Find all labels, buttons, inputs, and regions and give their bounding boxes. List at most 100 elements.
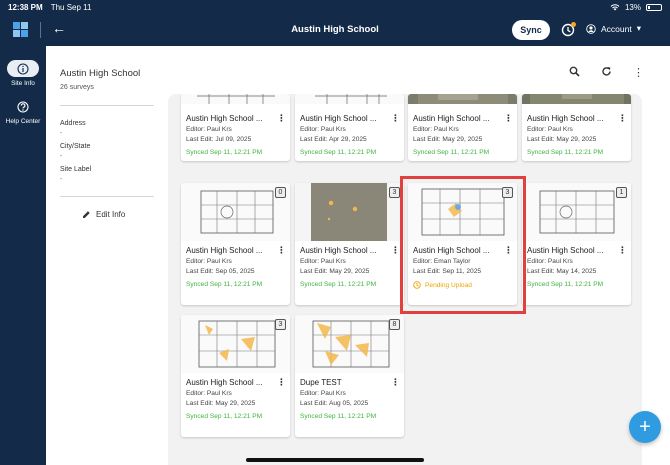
survey-editor: Editor: Paul Krs (527, 126, 573, 133)
survey-last-edit: Last Edit: May 29, 2025 (186, 400, 256, 407)
sync-status: Synced Sep 11, 12:21 PM (527, 281, 604, 288)
survey-editor: Editor: Paul Krs (413, 126, 459, 133)
survey-editor: Editor: Paul Krs (186, 126, 232, 133)
survey-editor: Editor: Paul Krs (186, 258, 232, 265)
app-bar: ← Austin High School Sync Account ▾ (0, 14, 670, 46)
home-indicator (246, 458, 424, 462)
survey-last-edit: Last Edit: Aug 05, 2025 (300, 400, 369, 407)
more-vert-icon: ⋮ (633, 67, 644, 79)
app-logo-icon (13, 22, 28, 37)
edit-info-label: Edit Info (96, 210, 126, 219)
card-menu-icon[interactable]: ⋮ (618, 245, 627, 256)
sync-status: Synced Sep 11, 12:21 PM (300, 413, 377, 420)
nav-help-center[interactable]: Help Center (0, 98, 46, 125)
survey-name: Austin High School ... (186, 378, 263, 387)
sync-status: Synced Sep 11, 12:21 PM (300, 149, 377, 156)
survey-editor: Editor: Paul Krs (300, 258, 346, 265)
site-name: Austin High School (60, 68, 141, 79)
city-state-label: City/State (60, 143, 91, 150)
battery-icon (646, 3, 662, 11)
card-menu-icon[interactable]: ⋮ (391, 377, 400, 388)
status-right: 13% (610, 3, 662, 12)
sync-status: Synced Sep 11, 12:21 PM (186, 149, 263, 156)
status-bar: 12:38 PM Thu Sep 11 13% (0, 0, 670, 14)
card-menu-icon[interactable]: ⋮ (391, 113, 400, 124)
aerial-thumbnail (408, 94, 517, 104)
search-icon (569, 66, 580, 77)
survey-editor: Editor: Paul Krs (186, 390, 232, 397)
more-options-button[interactable]: ⋮ (633, 66, 644, 79)
survey-card[interactable]: 1 Austin High School ... ⋮ Editor: Paul … (522, 183, 631, 305)
caret-down-icon: ▾ (636, 23, 641, 33)
history-button[interactable] (560, 22, 576, 38)
survey-last-edit: Last Edit: Sep 05, 2025 (186, 268, 255, 275)
refresh-icon (602, 67, 611, 76)
survey-last-edit: Last Edit: Jul 09, 2025 (186, 136, 252, 143)
survey-last-edit: Last Edit: May 29, 2025 (527, 136, 597, 143)
survey-editor: Editor: Paul Krs (527, 258, 573, 265)
survey-name: Austin High School ... (186, 246, 263, 255)
survey-count: 26 surveys (60, 84, 94, 91)
back-arrow-icon[interactable]: ← (52, 20, 66, 36)
card-menu-icon[interactable]: ⋮ (277, 245, 286, 256)
floorplan-thumbnail (295, 315, 404, 373)
sync-status: Synced Sep 11, 12:21 PM (413, 149, 490, 156)
wifi-icon (610, 4, 620, 11)
refresh-button[interactable] (601, 66, 612, 80)
survey-name: Austin High School ... (527, 114, 604, 123)
sync-button[interactable]: Sync (512, 20, 550, 40)
sync-status: Synced Sep 11, 12:21 PM (527, 149, 604, 156)
survey-card[interactable]: Austin High School ... ⋮ Editor: Paul Kr… (522, 94, 631, 161)
panel-divider (60, 196, 154, 197)
survey-editor: Editor: Paul Krs (300, 390, 346, 397)
floorplan-thumbnail (522, 183, 631, 241)
nav-rail: Site Info Help Center (0, 46, 46, 465)
plus-icon: + (639, 416, 651, 438)
status-date: Thu Sep 11 (50, 2, 92, 12)
photo-thumbnail (295, 183, 404, 241)
search-button[interactable] (569, 66, 580, 80)
sync-status: Synced Sep 11, 12:21 PM (186, 413, 263, 420)
floorplan-thumbnail (181, 183, 290, 241)
site-label-label: Site Label (60, 166, 92, 173)
survey-card[interactable]: 8 Dupe TEST ⋮ Editor: Paul Krs Last Edit… (295, 315, 404, 437)
pencil-icon (83, 211, 90, 218)
survey-card[interactable]: Austin High School ... ⋮ Editor: Paul Kr… (408, 94, 517, 161)
appbar-divider (40, 22, 41, 38)
survey-card[interactable]: Austin High School ... ⋮ Editor: Paul Kr… (295, 94, 404, 161)
survey-last-edit: Last Edit: Apr 29, 2025 (300, 136, 367, 143)
nav-site-info[interactable]: Site Info (0, 60, 46, 87)
card-menu-icon[interactable]: ⋮ (618, 113, 627, 124)
survey-last-edit: Last Edit: May 14, 2025 (527, 268, 597, 275)
survey-name: Austin High School ... (300, 246, 377, 255)
edit-info-button[interactable]: Edit Info (82, 210, 125, 219)
card-menu-icon[interactable]: ⋮ (504, 113, 513, 124)
address-value: - (60, 130, 63, 137)
survey-last-edit: Last Edit: May 29, 2025 (413, 136, 483, 143)
card-menu-icon[interactable]: ⋮ (277, 377, 286, 388)
floorplan-thumbnail (295, 94, 404, 104)
survey-count-badge: 1 (616, 187, 627, 198)
notification-dot (571, 22, 576, 27)
survey-card[interactable]: 0 Austin High School ... ⋮ Editor: Paul … (181, 183, 290, 305)
survey-card[interactable]: Austin High School ... ⋮ Editor: Paul Kr… (181, 94, 290, 161)
highlight-frame (400, 176, 526, 314)
survey-count-badge: 0 (275, 187, 286, 198)
help-icon (7, 98, 39, 115)
survey-card[interactable]: 3 Austin High School ... ⋮ Editor: Paul … (181, 315, 290, 437)
add-survey-button[interactable]: + (629, 411, 661, 443)
survey-card[interactable]: 3 Austin High School ... ⋮ Editor: Paul … (295, 183, 404, 305)
survey-name: Austin High School ... (300, 114, 377, 123)
site-info-panel: Austin High School 26 surveys Address - … (46, 46, 168, 465)
nav-site-info-label: Site Info (11, 80, 35, 87)
card-menu-icon[interactable]: ⋮ (391, 245, 400, 256)
status-time: 12:38 PM (8, 2, 43, 12)
account-menu[interactable]: Account ▾ (586, 23, 641, 34)
survey-name: Dupe TEST (300, 378, 342, 387)
sync-status: Synced Sep 11, 12:21 PM (186, 281, 263, 288)
nav-help-center-label: Help Center (5, 118, 41, 125)
account-icon (586, 23, 596, 34)
survey-name: Austin High School ... (527, 246, 604, 255)
survey-editor: Editor: Paul Krs (300, 126, 346, 133)
card-menu-icon[interactable]: ⋮ (277, 113, 286, 124)
